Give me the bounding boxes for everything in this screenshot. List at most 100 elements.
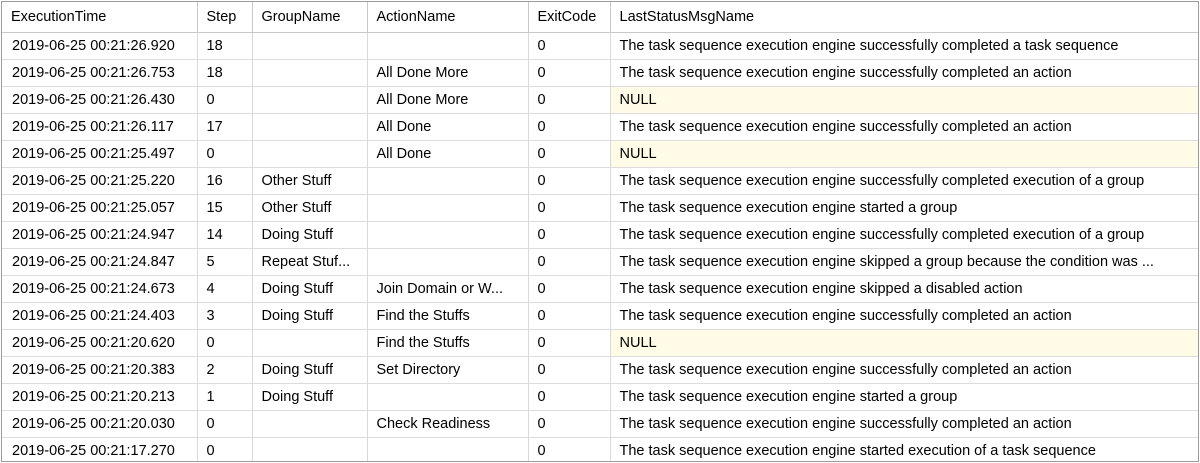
cell-step[interactable]: 17 xyxy=(197,113,253,141)
cell-execution-time[interactable]: 2019-06-25 00:21:26.920 xyxy=(2,32,198,60)
cell-action-name[interactable]: All Done More xyxy=(367,59,529,87)
cell-step[interactable]: 16 xyxy=(197,167,253,195)
cell-group-name[interactable]: Doing Stuff xyxy=(252,221,368,249)
cell-execution-time[interactable]: 2019-06-25 00:21:20.383 xyxy=(2,356,198,384)
cell-group-name[interactable]: Doing Stuff xyxy=(252,383,368,411)
cell-action-name[interactable] xyxy=(367,383,529,411)
cell-last-status-msg[interactable]: The task sequence execution engine start… xyxy=(610,383,1198,411)
cell-exit-code[interactable]: 0 xyxy=(528,383,611,411)
cell-action-name[interactable]: Find the Stuffs xyxy=(367,302,529,330)
cell-group-name[interactable]: Other Stuff xyxy=(252,194,368,222)
column-header-groupname[interactable]: GroupName xyxy=(252,2,368,33)
cell-last-status-msg[interactable]: The task sequence execution engine succe… xyxy=(610,302,1198,330)
results-grid[interactable]: ExecutionTime Step GroupName ActionName … xyxy=(1,1,1199,462)
cell-exit-code[interactable]: 0 xyxy=(528,221,611,249)
cell-action-name[interactable]: Check Readiness xyxy=(367,410,529,438)
cell-group-name[interactable]: Doing Stuff xyxy=(252,356,368,384)
cell-last-status-msg[interactable]: The task sequence execution engine succe… xyxy=(610,59,1198,87)
cell-step[interactable]: 5 xyxy=(197,248,253,276)
table-row[interactable]: 2019-06-25 00:21:26.920 18 0 The task seque… xyxy=(2,32,1198,60)
cell-exit-code[interactable]: 0 xyxy=(528,410,611,438)
table-row[interactable]: 2019-06-25 00:21:20.383 2 Doing Stuff Set D… xyxy=(2,356,1198,384)
table-row[interactable]: 2019-06-25 00:21:26.430 0 All Done More 0 NU… xyxy=(2,86,1198,114)
cell-group-name[interactable] xyxy=(252,59,368,87)
cell-execution-time[interactable]: 2019-06-25 00:21:24.847 xyxy=(2,248,198,276)
column-header-exitcode[interactable]: ExitCode xyxy=(528,2,611,33)
table-row[interactable]: 2019-06-25 00:21:25.497 0 All Done 0 NULL xyxy=(2,140,1198,168)
cell-last-status-msg[interactable]: The task sequence execution engine succe… xyxy=(610,113,1198,141)
cell-last-status-msg[interactable]: The task sequence execution engine skipp… xyxy=(610,248,1198,276)
cell-action-name[interactable]: All Done xyxy=(367,140,529,168)
cell-last-status-msg[interactable]: The task sequence execution engine succe… xyxy=(610,221,1198,249)
cell-step[interactable]: 15 xyxy=(197,194,253,222)
cell-action-name[interactable] xyxy=(367,167,529,195)
cell-exit-code[interactable]: 0 xyxy=(528,248,611,276)
cell-step[interactable]: 18 xyxy=(197,59,253,87)
cell-execution-time[interactable]: 2019-06-25 00:21:26.753 xyxy=(2,59,198,87)
cell-step[interactable]: 0 xyxy=(197,437,253,461)
cell-last-status-msg[interactable]: The task sequence execution engine skipp… xyxy=(610,275,1198,303)
cell-group-name[interactable] xyxy=(252,329,368,357)
table-row[interactable]: 2019-06-25 00:21:20.213 1 Doing Stuff 0 The … xyxy=(2,383,1198,411)
cell-execution-time[interactable]: 2019-06-25 00:21:25.057 xyxy=(2,194,198,222)
table-row[interactable]: 2019-06-25 00:21:24.947 14 Doing Stuff 0 The… xyxy=(2,221,1198,249)
cell-group-name[interactable] xyxy=(252,86,368,114)
table-row[interactable]: 2019-06-25 00:21:26.753 18 All Done More 0 T… xyxy=(2,59,1198,87)
table-row[interactable]: 2019-06-25 00:21:20.620 0 Find the Stuffs 0… xyxy=(2,329,1198,357)
cell-exit-code[interactable]: 0 xyxy=(528,86,611,114)
cell-group-name[interactable]: Other Stuff xyxy=(252,167,368,195)
cell-execution-time[interactable]: 2019-06-25 00:21:17.270 xyxy=(2,437,198,461)
table-row[interactable]: 2019-06-25 00:21:17.270 0 0 The task sequen… xyxy=(2,437,1198,461)
cell-execution-time[interactable]: 2019-06-25 00:21:26.117 xyxy=(2,113,198,141)
cell-step[interactable]: 0 xyxy=(197,329,253,357)
cell-action-name[interactable] xyxy=(367,194,529,222)
cell-action-name[interactable] xyxy=(367,437,529,461)
cell-exit-code[interactable]: 0 xyxy=(528,329,611,357)
table-row[interactable]: 2019-06-25 00:21:24.847 5 Repeat Stuf... 0 T… xyxy=(2,248,1198,276)
cell-last-status-msg[interactable]: NULL xyxy=(610,329,1198,357)
table-row[interactable]: 2019-06-25 00:21:24.403 3 Doing Stuff Find … xyxy=(2,302,1198,330)
cell-last-status-msg[interactable]: NULL xyxy=(610,140,1198,168)
cell-exit-code[interactable]: 0 xyxy=(528,113,611,141)
cell-group-name[interactable] xyxy=(252,410,368,438)
cell-group-name[interactable] xyxy=(252,113,368,141)
table-row[interactable]: 2019-06-25 00:21:25.057 15 Other Stuff 0 The… xyxy=(2,194,1198,222)
cell-group-name[interactable] xyxy=(252,140,368,168)
cell-action-name[interactable] xyxy=(367,221,529,249)
cell-exit-code[interactable]: 0 xyxy=(528,59,611,87)
cell-action-name[interactable]: Join Domain or W... xyxy=(367,275,529,303)
column-header-actionname[interactable]: ActionName xyxy=(367,2,529,33)
cell-exit-code[interactable]: 0 xyxy=(528,356,611,384)
cell-last-status-msg[interactable]: The task sequence execution engine start… xyxy=(610,194,1198,222)
cell-last-status-msg[interactable]: The task sequence execution engine succe… xyxy=(610,32,1198,60)
cell-group-name[interactable]: Repeat Stuf... xyxy=(252,248,368,276)
cell-exit-code[interactable]: 0 xyxy=(528,32,611,60)
cell-last-status-msg[interactable]: The task sequence execution engine start… xyxy=(610,437,1198,461)
cell-step[interactable]: 0 xyxy=(197,140,253,168)
cell-execution-time[interactable]: 2019-06-25 00:21:20.620 xyxy=(2,329,198,357)
column-header-step[interactable]: Step xyxy=(197,2,253,33)
cell-last-status-msg[interactable]: The task sequence execution engine succe… xyxy=(610,410,1198,438)
cell-action-name[interactable] xyxy=(367,32,529,60)
cell-execution-time[interactable]: 2019-06-25 00:21:26.430 xyxy=(2,86,198,114)
cell-step[interactable]: 0 xyxy=(197,410,253,438)
cell-exit-code[interactable]: 0 xyxy=(528,194,611,222)
cell-step[interactable]: 0 xyxy=(197,86,253,114)
cell-exit-code[interactable]: 0 xyxy=(528,437,611,461)
cell-action-name[interactable] xyxy=(367,248,529,276)
cell-action-name[interactable]: Set Directory xyxy=(367,356,529,384)
column-header-executiontime[interactable]: ExecutionTime xyxy=(2,2,198,33)
cell-action-name[interactable]: All Done xyxy=(367,113,529,141)
cell-step[interactable]: 1 xyxy=(197,383,253,411)
cell-execution-time[interactable]: 2019-06-25 00:21:20.030 xyxy=(2,410,198,438)
cell-step[interactable]: 18 xyxy=(197,32,253,60)
table-row[interactable]: 2019-06-25 00:21:25.220 16 Other Stuff 0 The… xyxy=(2,167,1198,195)
cell-execution-time[interactable]: 2019-06-25 00:21:25.497 xyxy=(2,140,198,168)
cell-step[interactable]: 14 xyxy=(197,221,253,249)
column-header-laststatusmsgname[interactable]: LastStatusMsgName xyxy=(610,2,1198,33)
cell-action-name[interactable]: Find the Stuffs xyxy=(367,329,529,357)
cell-action-name[interactable]: All Done More xyxy=(367,86,529,114)
cell-exit-code[interactable]: 0 xyxy=(528,167,611,195)
table-row[interactable]: 2019-06-25 00:21:26.117 17 All Done 0 The ta… xyxy=(2,113,1198,141)
cell-step[interactable]: 2 xyxy=(197,356,253,384)
